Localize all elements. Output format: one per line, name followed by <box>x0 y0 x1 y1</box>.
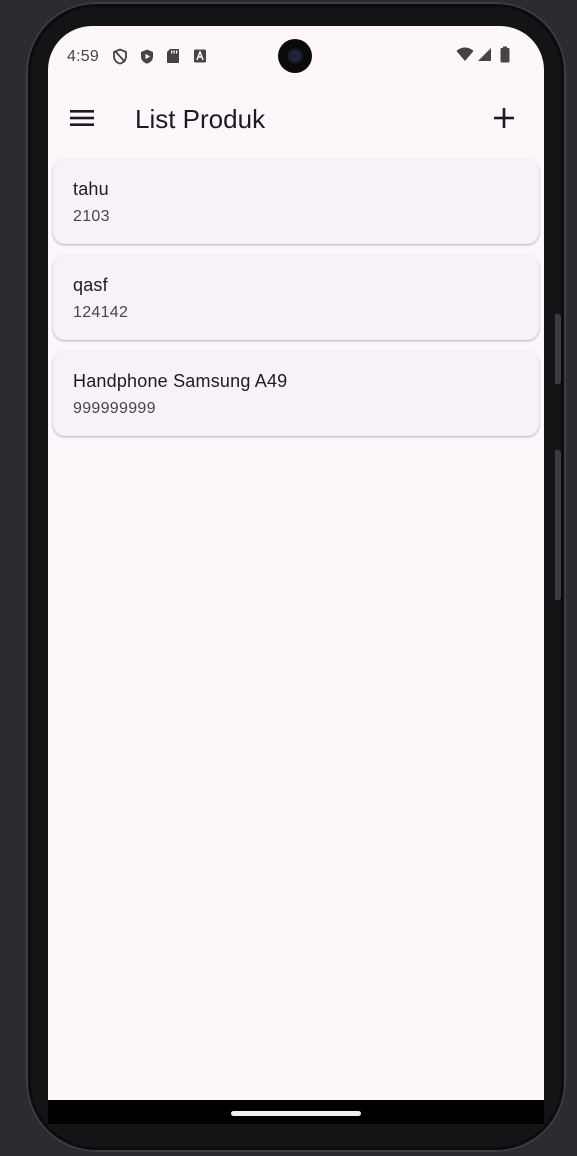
volume-button <box>555 450 561 600</box>
battery-icon <box>500 46 510 68</box>
font-a-icon <box>193 48 207 69</box>
wifi-icon <box>456 47 474 67</box>
add-product-button[interactable] <box>482 96 526 144</box>
hamburger-menu-icon <box>70 109 94 132</box>
status-bar: 4:59 <box>48 26 544 86</box>
product-card[interactable]: Handphone Samsung A49 999999999 <box>53 351 539 436</box>
product-list: tahu 2103 qasf 124142 Handphone Samsung … <box>53 159 539 447</box>
front-camera <box>278 39 312 73</box>
product-price: 999999999 <box>73 400 156 417</box>
plus-icon <box>493 107 515 134</box>
home-gesture-handle[interactable] <box>231 1111 361 1116</box>
power-button <box>555 314 561 384</box>
shield-play-icon <box>139 48 155 70</box>
app-bar: List Produk <box>48 88 544 152</box>
product-name: tahu <box>73 179 109 199</box>
menu-button[interactable] <box>60 96 104 144</box>
cellular-signal-icon <box>476 47 492 67</box>
app-screen: 4:59 List Produk tahu 2103 qasf 124142 H… <box>48 26 544 1100</box>
shield-outline-icon <box>112 48 128 70</box>
product-price: 2103 <box>73 208 110 225</box>
product-card[interactable]: tahu 2103 <box>53 159 539 244</box>
product-card[interactable]: qasf 124142 <box>53 255 539 340</box>
sd-card-icon <box>166 48 180 69</box>
product-name: Handphone Samsung A49 <box>73 371 288 391</box>
page-title: List Produk <box>135 104 266 134</box>
product-price: 124142 <box>73 304 129 321</box>
product-name: qasf <box>73 275 108 295</box>
status-time: 4:59 <box>67 48 99 65</box>
